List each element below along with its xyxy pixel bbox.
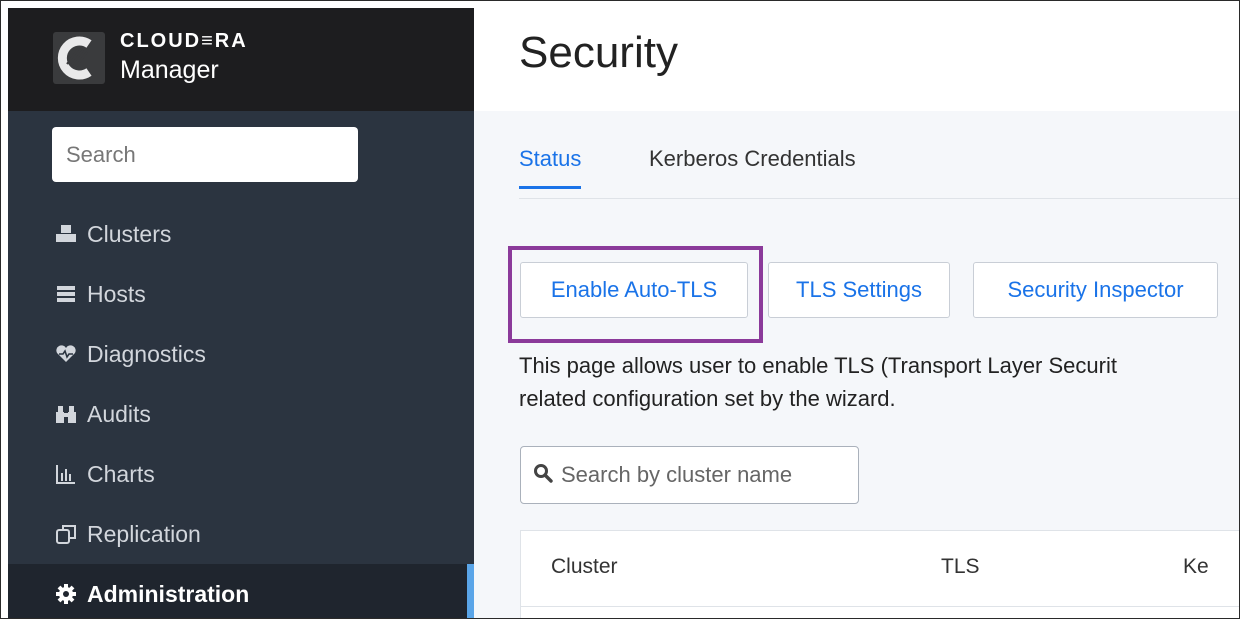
brand-product: Manager	[120, 56, 219, 84]
sidebar-search	[52, 127, 358, 182]
brand-name: CLOUD≡RA	[120, 30, 248, 52]
replication-icon	[55, 523, 77, 545]
cluster-search	[520, 446, 859, 504]
description-line: related configuration set by the wizard.	[519, 386, 896, 411]
page-title: Security	[519, 28, 678, 77]
sidebar-item-audits[interactable]: Audits	[8, 384, 474, 444]
sidebar-item-administration[interactable]: Administration	[8, 564, 474, 618]
sidebar-item-charts[interactable]: Charts	[8, 444, 474, 504]
description-line: This page allows user to enable TLS (Tra…	[519, 353, 1117, 378]
search-icon	[533, 463, 553, 488]
sidebar-item-hosts[interactable]: Hosts	[8, 264, 474, 324]
binoculars-icon	[55, 403, 77, 425]
sidebar-item-diagnostics[interactable]: Diagnostics	[8, 324, 474, 384]
brand-header[interactable]: CLOUD≡RA Manager	[8, 8, 474, 111]
sidebar-nav: Clusters Hosts Diagnostics Audits Charts…	[8, 204, 474, 618]
sidebar: CLOUD≡RA Manager Clusters Hosts	[8, 8, 474, 618]
main-content: Security Status Kerberos Credentials Ena…	[474, 8, 1239, 618]
sidebar-item-label: Clusters	[87, 220, 172, 247]
sidebar-item-label: Replication	[87, 520, 201, 547]
sidebar-item-label: Audits	[87, 400, 151, 427]
table-divider	[521, 606, 1239, 607]
column-header-cluster[interactable]: Cluster	[551, 555, 618, 579]
sidebar-item-label: Charts	[87, 460, 155, 487]
app-frame: CLOUD≡RA Manager Clusters Hosts	[0, 0, 1240, 619]
server-icon	[55, 283, 77, 305]
tab-kerberos-credentials[interactable]: Kerberos Credentials	[649, 146, 856, 186]
tab-bar: Status Kerberos Credentials	[519, 136, 1239, 199]
bar-chart-icon	[55, 463, 77, 485]
heartbeat-icon	[55, 343, 77, 365]
cluster-search-input[interactable]	[559, 461, 853, 489]
column-header-tls[interactable]: TLS	[941, 555, 980, 579]
cubes-icon	[55, 223, 77, 245]
column-header-kerberos[interactable]: Ke	[1183, 555, 1209, 579]
sidebar-item-replication[interactable]: Replication	[8, 504, 474, 564]
security-inspector-button[interactable]: Security Inspector	[973, 262, 1218, 318]
sidebar-item-clusters[interactable]: Clusters	[8, 204, 474, 264]
tab-status[interactable]: Status	[519, 146, 582, 189]
page-header: Security	[474, 8, 1239, 111]
page-description: This page allows user to enable TLS (Tra…	[519, 349, 1239, 415]
gear-icon	[55, 583, 77, 605]
tls-settings-button[interactable]: TLS Settings	[768, 262, 950, 318]
sidebar-item-label: Hosts	[87, 280, 146, 307]
cloudera-logo-icon	[53, 32, 105, 84]
sidebar-item-label: Diagnostics	[87, 340, 206, 367]
sidebar-search-input[interactable]	[52, 127, 358, 182]
clusters-table: Cluster TLS Ke	[520, 530, 1239, 618]
enable-auto-tls-button[interactable]: Enable Auto-TLS	[520, 262, 748, 318]
sidebar-item-label: Administration	[87, 580, 250, 607]
